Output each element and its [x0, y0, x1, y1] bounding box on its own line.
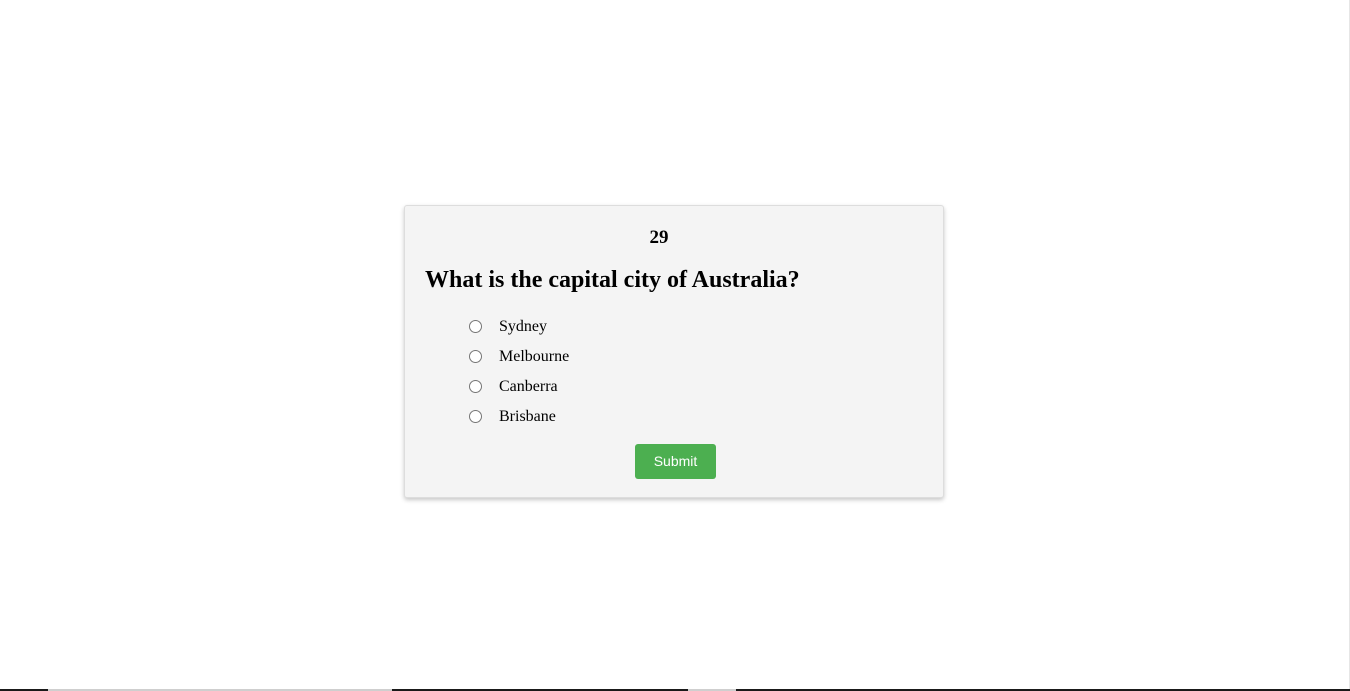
answer-label-sydney: Sydney	[499, 318, 547, 335]
answer-option-sydney[interactable]: Sydney	[469, 312, 569, 342]
quiz-page: 29 What is the capital city of Australia…	[0, 0, 1350, 691]
submit-button[interactable]: Submit	[635, 444, 716, 479]
answer-option-brisbane[interactable]: Brisbane	[469, 402, 569, 432]
radio-button-canberra[interactable]	[469, 379, 482, 393]
answer-options: Sydney Melbourne Canberra Brisbane	[469, 312, 569, 432]
answer-option-canberra[interactable]: Canberra	[469, 372, 569, 402]
answer-option-melbourne[interactable]: Melbourne	[469, 342, 569, 372]
quiz-card: 29 What is the capital city of Australia…	[404, 205, 944, 498]
answer-label-canberra: Canberra	[499, 378, 558, 395]
answer-label-melbourne: Melbourne	[499, 348, 570, 365]
countdown-timer: 29	[649, 227, 669, 248]
radio-button-melbourne[interactable]	[469, 349, 482, 363]
radio-button-sydney[interactable]	[469, 319, 482, 333]
answer-label-brisbane: Brisbane	[499, 408, 556, 425]
radio-button-brisbane[interactable]	[469, 409, 482, 423]
question-text: What is the capital city of Australia?	[425, 267, 800, 293]
